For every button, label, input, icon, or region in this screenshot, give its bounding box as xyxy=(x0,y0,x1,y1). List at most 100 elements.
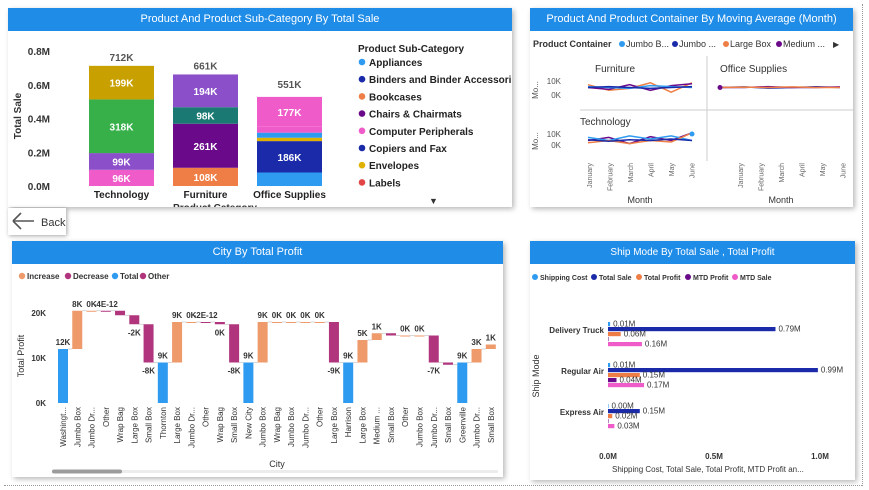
x-tick-label: 0.5M xyxy=(705,452,723,461)
legend-item: Bookcases xyxy=(369,92,422,103)
x-tick-label: Jumbo Dr... xyxy=(301,407,310,448)
y-axis-title: Ship Mode xyxy=(531,354,541,397)
legend-marker xyxy=(358,179,366,186)
data-label: -4E-12 xyxy=(94,300,119,309)
x-axis-title: Month xyxy=(768,195,793,205)
product-subcategory-card[interactable]: Product And Product Sub-Category By Tota… xyxy=(8,8,512,207)
ship-mode-label: Delivery Truck xyxy=(549,326,604,335)
legend-marker xyxy=(139,272,147,280)
x-tick-label: Jumbo Box xyxy=(287,407,296,447)
ship-mode-bar xyxy=(608,332,621,337)
x-tick-label: Large Box xyxy=(130,407,139,443)
data-label: -8K xyxy=(228,367,241,376)
container-moving-average-chart[interactable]: Product Container Jumbo B... Jumbo ... Larg… xyxy=(530,31,853,207)
x-tick-label: New City xyxy=(244,407,253,439)
data-label: 0.02M xyxy=(615,412,638,421)
legend-item: MTD Profit xyxy=(693,275,729,282)
x-tick-label: Washingt... xyxy=(59,407,68,447)
x-tick-label: June xyxy=(690,163,697,178)
data-label: 0K xyxy=(215,328,225,337)
legend-marker xyxy=(591,274,597,280)
y-axis-title: Total Sale xyxy=(13,92,24,139)
legend-marker xyxy=(18,272,26,280)
ship-mode-label: Regular Air xyxy=(561,367,604,376)
waterfall-bar xyxy=(243,362,254,403)
container-moving-average-card[interactable]: Product And Product Container By Moving … xyxy=(530,8,853,207)
legend-marker xyxy=(685,274,691,280)
y-axis-title: Mo... xyxy=(531,132,540,150)
y-tick-label: 0.2M xyxy=(28,148,50,159)
legend-item: Chairs & Chairmats xyxy=(369,110,462,121)
back-button[interactable]: Back xyxy=(8,208,66,235)
x-axis-title: Month xyxy=(627,195,652,205)
ship-mode-bar xyxy=(608,424,615,429)
bar-total-label: 551K xyxy=(278,80,303,91)
scrollbar-thumb[interactable] xyxy=(52,469,122,474)
legend-item: Appliances xyxy=(369,58,423,69)
legend-item: Computer Peripherals xyxy=(369,127,474,138)
waterfall-bar xyxy=(343,362,354,403)
waterfall-bar xyxy=(400,335,411,337)
segment-label: 96K xyxy=(112,174,131,185)
legend-item: Jumbo B... xyxy=(626,39,669,49)
legend-marker xyxy=(732,274,738,280)
segment-label: 98K xyxy=(196,111,215,122)
bar-segment xyxy=(257,137,322,142)
y-tick-label: 20K xyxy=(31,309,46,318)
data-label: 0K xyxy=(286,311,296,320)
y-tick-label: 10K xyxy=(547,130,562,139)
x-tick-label: Greenville xyxy=(458,406,467,443)
x-tick-label: Jumbo Dr... xyxy=(187,407,196,448)
x-tick-label: Small Box xyxy=(230,407,239,443)
ship-mode-bar xyxy=(608,342,642,347)
legend-marker xyxy=(619,41,625,47)
arrow-left-icon xyxy=(12,212,34,230)
x-tick-label: January xyxy=(587,163,594,188)
legend-item: Decrease xyxy=(73,272,109,281)
x-tick-label: Jumbo Box xyxy=(416,407,425,447)
product-subcategory-chart[interactable]: 0.8M 0.6M 0.4M 0.2M 0.0M Total Sale 96K 99K 318K… xyxy=(8,31,512,207)
y-tick-label: 0.6M xyxy=(28,81,50,92)
legend-marker xyxy=(723,41,729,47)
waterfall-bar xyxy=(214,322,225,325)
waterfall-bar xyxy=(143,324,154,363)
legend-marker xyxy=(358,127,366,135)
ship-mode-card[interactable]: Ship Mode By Total Sale , Total Profit S… xyxy=(530,241,855,480)
x-tick-label: Jumbo Box xyxy=(259,407,268,447)
data-label: -8K xyxy=(142,367,155,376)
data-point xyxy=(689,131,695,137)
x-tick-label: Large Box xyxy=(358,407,367,443)
ship-mode-bar xyxy=(608,383,645,388)
data-label: 0.17M xyxy=(647,381,670,390)
bar-segment xyxy=(257,132,322,138)
y-tick-label: 10K xyxy=(31,354,46,363)
legend-marker xyxy=(532,274,538,280)
data-label: 0K xyxy=(414,325,424,334)
city-profit-card[interactable]: City By Total Profit Increase Decrease Tot… xyxy=(12,241,503,477)
data-label: 0K xyxy=(272,311,282,320)
category-label: Furniture xyxy=(184,190,228,201)
x-tick-label: Other xyxy=(316,407,325,427)
x-tick-label: Small Box xyxy=(145,407,154,443)
data-label: 1K xyxy=(372,322,382,331)
legend-item: Medium ... xyxy=(783,39,825,49)
legend-marker xyxy=(776,41,782,47)
x-tick-label: Small Box xyxy=(487,407,496,443)
city-profit-title: City By Total Profit xyxy=(12,241,503,264)
legend-marker xyxy=(672,41,678,47)
legend-marker xyxy=(64,272,72,280)
legend-more-icon: ▼ xyxy=(429,196,438,206)
canvas-right-border xyxy=(862,4,863,486)
y-axis-title: Total Profit xyxy=(16,334,26,377)
x-tick-label: Medium ... xyxy=(373,407,382,444)
legend-item: Total xyxy=(120,272,139,281)
waterfall-bar xyxy=(229,324,240,363)
bar-total-label: 712K xyxy=(110,53,135,64)
ship-mode-chart[interactable]: Shipping Cost Total Sale Total Profit MTD P… xyxy=(530,264,855,480)
y-tick-label: 0.0M xyxy=(28,182,50,193)
legend-title: Product Container xyxy=(533,39,612,49)
city-profit-chart[interactable]: Increase Decrease Total Other 20K 10K 0K Total … xyxy=(12,264,503,477)
x-tick-label: Small Box xyxy=(444,407,453,443)
x-tick-label: Wrap Bag xyxy=(216,407,225,442)
legend-item: Labels xyxy=(369,178,401,189)
